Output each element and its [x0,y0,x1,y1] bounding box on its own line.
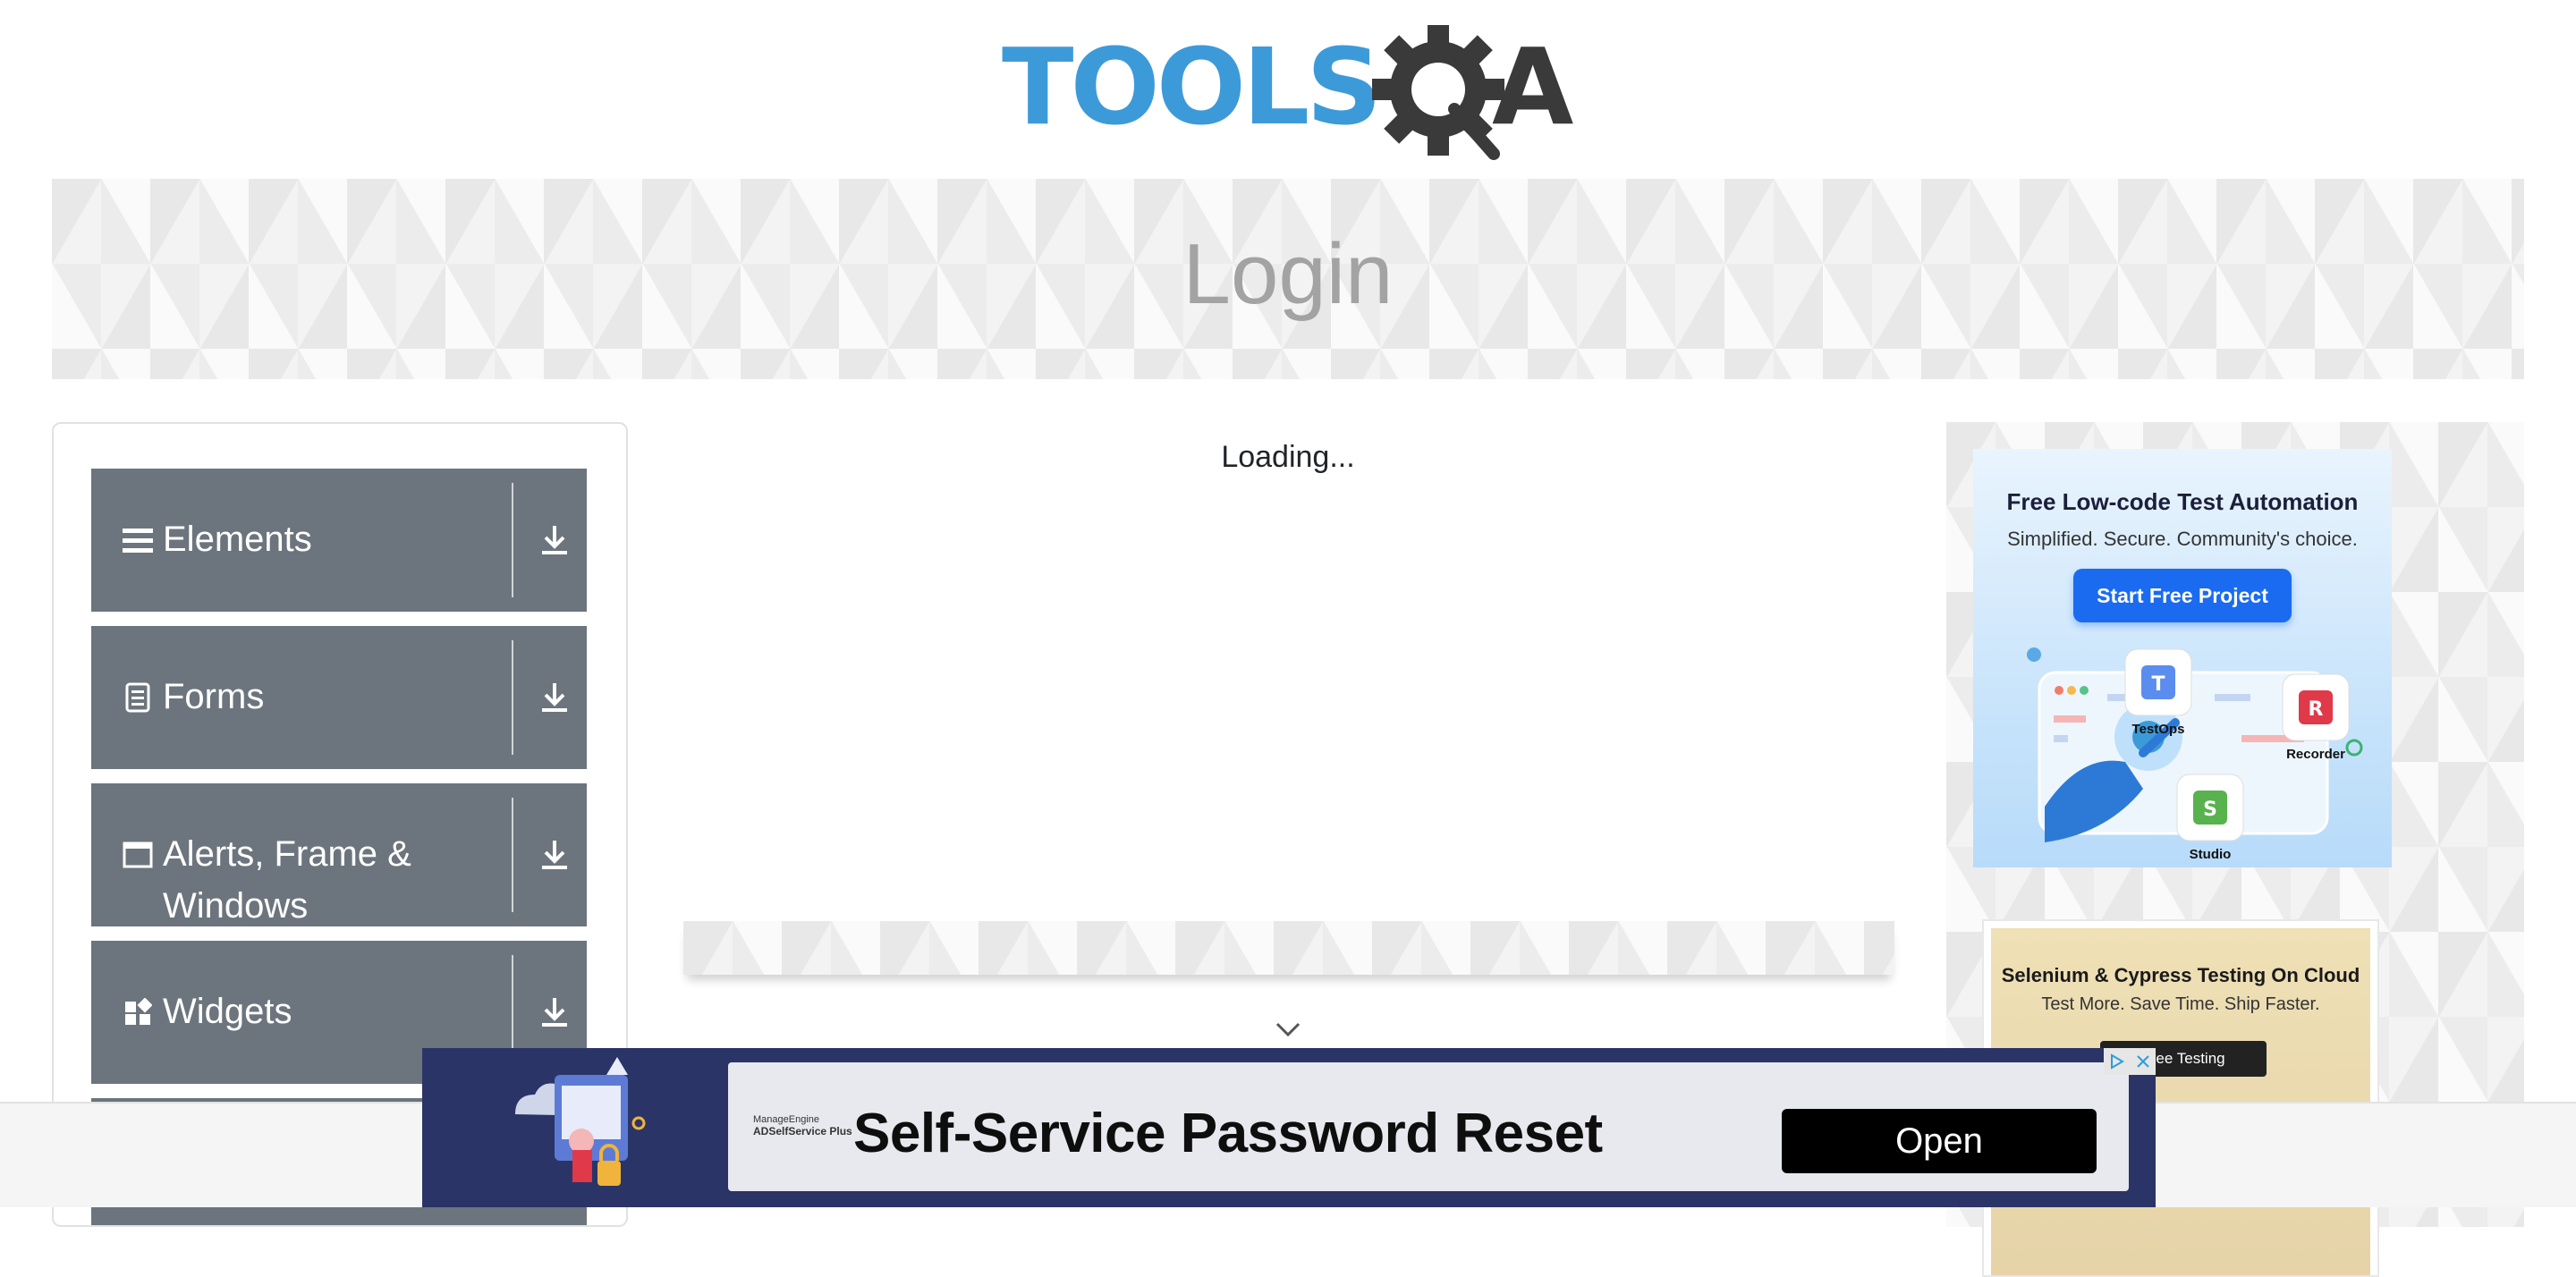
svg-text:T: T [2151,673,2165,696]
gear-icon [1372,25,1504,160]
ad-subtitle: Test More. Save Time. Ship Faster. [2041,994,2320,1014]
page-banner: Login [52,179,2524,379]
download-icon [542,683,567,712]
ad-headline: Self-Service Password Reset [853,1103,1603,1164]
close-icon [2136,1055,2149,1068]
document-icon [122,681,154,714]
ad-subtitle: Simplified. Secure. Community's choice. [2007,528,2358,550]
logo-text-tools: TOOLS [1002,25,1378,148]
sidebar-group-label: Widgets [163,992,292,1031]
adchoices-icon [2110,1053,2124,1070]
download-icon [542,998,567,1027]
studio-label: Studio [2190,847,2232,862]
ad-illustration: T TestOps R Recorder S Studio [2027,647,2363,862]
download-icon [542,841,567,869]
ad-title: Free Low-code Test Automation [2006,488,2359,515]
svg-text:R: R [2309,698,2324,721]
hamburger-icon [122,524,154,556]
testops-icon: T [2124,648,2192,716]
studio-icon: S [2176,774,2244,841]
chevron-down-icon[interactable] [1274,1019,1302,1039]
sidebar-group-alerts-frame-windows[interactable]: Alerts, Frame & Windows [91,783,587,926]
recorder-icon: R [2282,673,2350,741]
svg-text:S: S [2203,799,2217,821]
page-title: Login [1182,226,1394,322]
katalon-ad[interactable]: Free Low-code Test Automation Simplified… [1973,449,2392,867]
logo-text-a: A [1492,25,1573,148]
ad-card[interactable]: ManageEngine ADSelfService Plus Self-Ser… [728,1062,2129,1191]
sidebar-group-elements[interactable]: Elements [91,469,587,612]
download-icon [542,526,567,554]
ad-title: Selenium & Cypress Testing On Cloud [2001,964,2360,986]
content-divider-strip [683,921,1894,975]
open-button[interactable]: Open [1782,1109,2097,1173]
window-icon [122,839,154,871]
sidebar-group-forms[interactable]: Forms [91,626,587,769]
toolsqa-logo[interactable]: TOOLS A [1002,25,1592,168]
ad-choices[interactable] [2104,1048,2156,1075]
testops-label: TestOps [2132,722,2185,737]
sidebar-group-label: Alerts, Frame & Windows [163,834,411,926]
bottom-ad-banner[interactable]: ManageEngine ADSelfService Plus Self-Ser… [422,1048,2156,1207]
recorder-label: Recorder [2286,747,2345,762]
start-free-project-button[interactable]: Start Free Project [2073,569,2292,622]
sidebar-group-label: Elements [163,520,312,559]
sidebar-group-label: Forms [163,677,265,716]
ad-brand: ManageEngine ADSelfService Plus [753,1114,852,1137]
widgets-icon [122,996,154,1028]
password-reset-illustration [515,1057,646,1186]
